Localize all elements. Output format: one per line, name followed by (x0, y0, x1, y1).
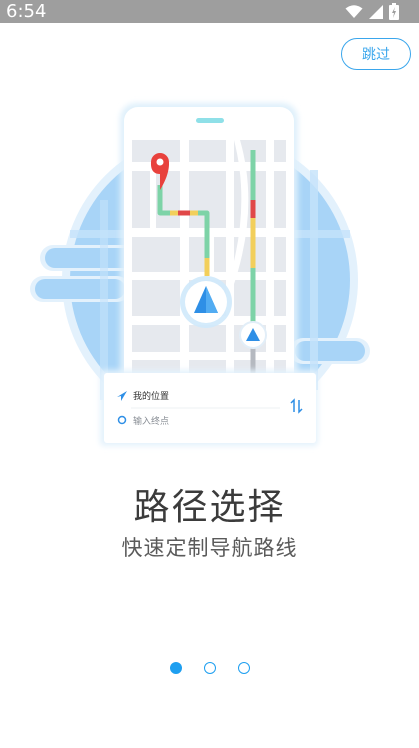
skip-button[interactable]: 跳过 (341, 38, 411, 70)
small-navigation-arrow-icon (239, 321, 267, 349)
pager-dot-3[interactable] (238, 662, 250, 674)
pager-indicator (0, 662, 419, 676)
destination-placeholder: 输入终点 (133, 415, 169, 427)
navigation-arrow-icon (180, 276, 232, 328)
pager-dot-1[interactable] (170, 662, 182, 674)
route-input-card (100, 370, 318, 446)
phone-mockup (120, 103, 298, 403)
page-title: 路径选择 (133, 487, 286, 528)
wifi-icon (345, 4, 363, 18)
battery-icon (389, 3, 399, 20)
signal-icon (369, 4, 383, 19)
status-icons (345, 3, 399, 20)
navigation-illustration: 我的位置 输入终点 (30, 103, 370, 446)
status-time: 6:54 (6, 1, 47, 22)
origin-label: 我的位置 (133, 390, 169, 402)
page-subtitle: 快速定制导航路线 (121, 536, 298, 560)
status-bar: 6:54 (0, 0, 419, 23)
pager-dot-2[interactable] (204, 662, 216, 674)
